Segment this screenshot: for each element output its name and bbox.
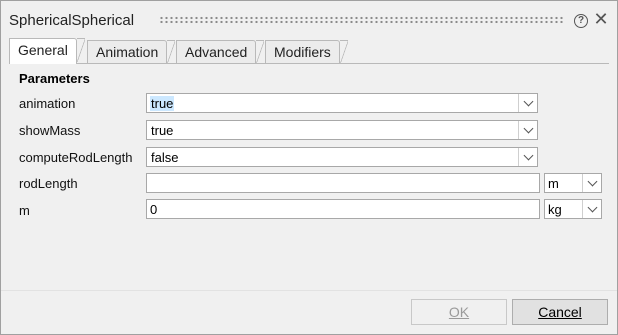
rodlength-unit: m — [548, 176, 559, 191]
cancel-button[interactable]: Cancel — [512, 299, 608, 325]
m-unit: kg — [548, 202, 562, 217]
animation-value: true — [150, 96, 175, 111]
tab-bar: General Animation Advanced Modifiers — [9, 38, 609, 64]
computerodlength-label: computeRodLength — [19, 150, 133, 165]
animation-dropdown[interactable]: true — [146, 93, 538, 113]
m-label: m — [19, 203, 30, 218]
cancel-label: Cancel — [538, 304, 582, 320]
tab-general[interactable]: General — [9, 38, 85, 64]
tab-label: Animation — [96, 44, 159, 60]
m-value: 0 — [150, 202, 158, 217]
rodlength-label: rodLength — [19, 176, 78, 191]
m-input[interactable]: 0 — [146, 199, 540, 219]
tab-label: Advanced — [185, 44, 248, 60]
section-title: Parameters — [19, 71, 90, 86]
tab-label: General — [18, 42, 68, 58]
showmass-value: true — [151, 123, 174, 138]
tab-animation[interactable]: Animation — [87, 40, 176, 64]
showmass-label: showMass — [19, 123, 81, 138]
chevron-down-icon[interactable] — [582, 174, 601, 192]
ok-label: OK — [448, 304, 470, 320]
dialog-window: SphericalSpherical ? ✕ General Animation… — [0, 0, 618, 335]
help-icon[interactable]: ? — [574, 14, 588, 28]
tab-advanced[interactable]: Advanced — [176, 40, 265, 64]
window-title: SphericalSpherical — [9, 12, 135, 29]
chevron-down-icon[interactable] — [518, 121, 537, 139]
animation-label: animation — [19, 96, 76, 111]
footer-divider — [1, 290, 617, 291]
chevron-down-icon[interactable] — [582, 200, 601, 218]
computerodlength-dropdown[interactable]: false — [146, 147, 538, 167]
rodlength-input[interactable] — [146, 173, 540, 193]
showmass-dropdown[interactable]: true — [146, 120, 538, 140]
chevron-down-icon[interactable] — [518, 94, 537, 112]
m-unit-dropdown[interactable]: kg — [544, 199, 602, 219]
ok-button[interactable]: OK — [411, 299, 507, 325]
chevron-down-icon[interactable] — [518, 148, 537, 166]
title-bar[interactable]: SphericalSpherical ? ✕ — [1, 1, 617, 35]
rodlength-unit-dropdown[interactable]: m — [544, 173, 602, 193]
general-panel: Parameters animation true showMass true … — [9, 64, 609, 290]
computerodlength-value: false — [151, 150, 179, 165]
drag-grip[interactable] — [159, 16, 563, 23]
tab-label: Modifiers — [274, 44, 331, 60]
tab-modifiers[interactable]: Modifiers — [265, 40, 348, 64]
close-icon[interactable]: ✕ — [593, 10, 609, 28]
